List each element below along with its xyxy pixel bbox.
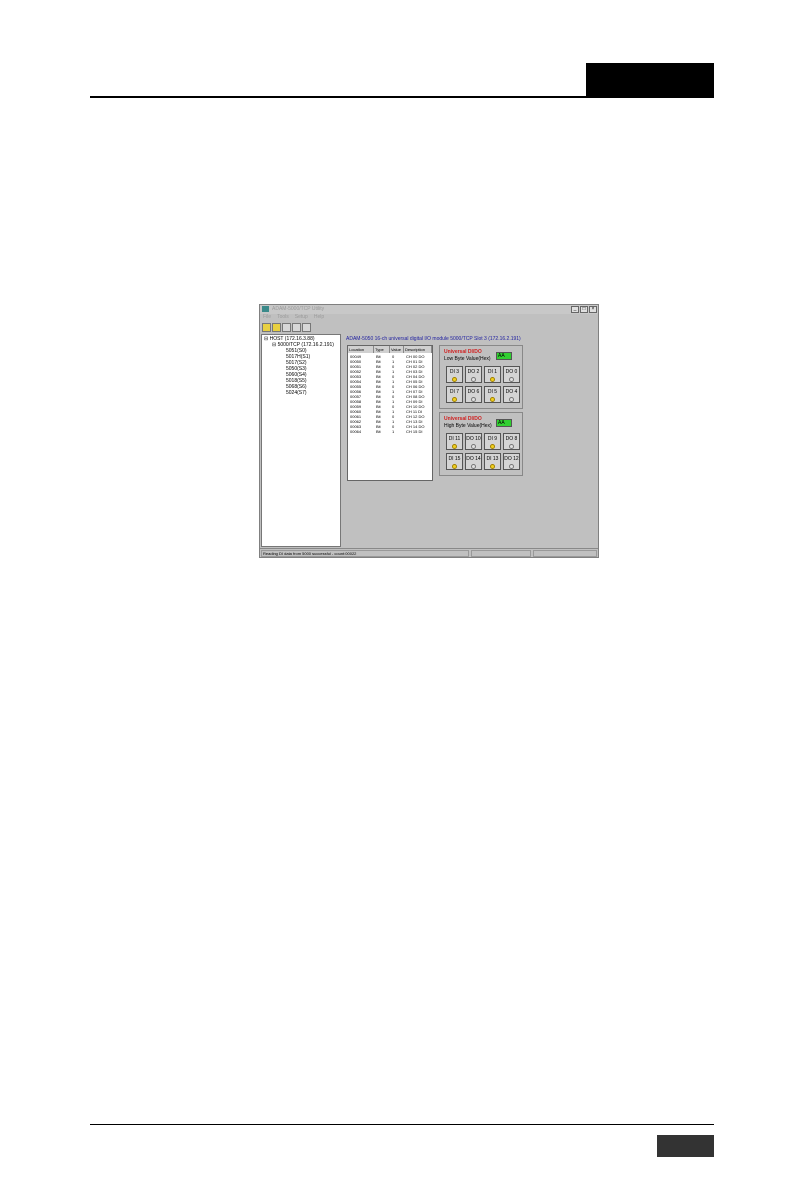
toolbar	[260, 323, 598, 333]
channel-button[interactable]: DO 10	[465, 433, 482, 450]
exit-icon[interactable]	[262, 323, 271, 332]
menu-help[interactable]: Help	[314, 314, 324, 322]
channel-label: DI 5	[487, 389, 498, 395]
channel-label: DI 11	[448, 436, 461, 442]
channel-button[interactable]: DI 9	[484, 433, 501, 450]
window-title: ADAM-5000/TCP Utility	[272, 306, 325, 312]
lightbulb-icon	[452, 464, 457, 469]
title-bar: ADAM-5000/TCP Utility _ □ ×	[260, 305, 598, 314]
utility-window: ADAM-5000/TCP Utility _ □ × File Tools S…	[259, 304, 599, 558]
lightbulb-icon	[509, 377, 514, 382]
menu-file[interactable]: File	[263, 314, 271, 322]
high-byte-value: AA	[496, 419, 512, 427]
table-cell: 00064	[350, 429, 362, 434]
page-number-block	[657, 1135, 714, 1157]
table-cell: 1	[392, 429, 395, 434]
channel-button[interactable]: DO 0	[503, 366, 520, 383]
channel-button[interactable]: DO 12	[503, 453, 520, 470]
maximize-button[interactable]: □	[580, 306, 588, 313]
lightbulb-icon	[490, 377, 495, 382]
search-icon[interactable]	[282, 323, 291, 332]
channel-button[interactable]: DO 6	[465, 386, 482, 403]
channel-button[interactable]: DI 1	[484, 366, 501, 383]
footer-rule	[90, 1124, 714, 1125]
channel-label: DI 9	[487, 436, 498, 442]
channel-button[interactable]: DI 15	[446, 453, 463, 470]
channel-button[interactable]: DO 4	[503, 386, 520, 403]
channel-label: DO 0	[505, 369, 518, 375]
channel-label: DO 12	[504, 456, 519, 462]
lightbulb-icon	[471, 377, 476, 382]
table-cell: CH 15 DI	[406, 429, 423, 434]
column-description[interactable]: Description	[404, 346, 432, 353]
channel-label: DO 6	[467, 389, 480, 395]
header-tab-block	[586, 63, 714, 98]
lightbulb-icon	[452, 377, 457, 382]
lightbulb-icon	[471, 444, 476, 449]
column-type[interactable]: Type	[374, 346, 390, 353]
channel-label: DO 14	[466, 456, 481, 462]
channel-label: DO 4	[505, 389, 518, 395]
column-location[interactable]: Location	[348, 346, 374, 353]
module-panel: ADAM-5050 16-ch universal digital I/O mo…	[342, 334, 597, 547]
channel-label: DO 2	[467, 369, 480, 375]
lightbulb-icon	[452, 397, 457, 402]
channel-label: DI 7	[449, 389, 460, 395]
io-table: Location Type Value Description 00049 Bit…	[347, 345, 433, 481]
lightbulb-icon	[471, 464, 476, 469]
channel-button[interactable]: DI 5	[484, 386, 501, 403]
menu-setup[interactable]: Setup	[295, 314, 308, 322]
menu-bar: File Tools Setup Help	[260, 314, 598, 322]
header-rule	[90, 96, 586, 98]
high-group-title: Universal DI/DO	[444, 416, 482, 422]
module-title: ADAM-5050 16-ch universal digital I/O mo…	[346, 336, 521, 342]
low-byte-label: Low Byte Value(Hex)	[444, 356, 491, 362]
open-icon[interactable]	[272, 323, 281, 332]
low-byte-group: Universal DI/DO Low Byte Value(Hex) AA D…	[439, 345, 523, 409]
lightbulb-icon	[490, 444, 495, 449]
channel-label: DI 13	[486, 456, 499, 462]
channel-label: DO 8	[505, 436, 518, 442]
status-pane	[533, 550, 597, 557]
tree-module[interactable]: 5024(S7)	[286, 390, 307, 396]
monitor-icon[interactable]	[292, 323, 301, 332]
table-header: Location Type Value Description	[348, 346, 432, 353]
lightbulb-icon	[509, 444, 514, 449]
terminal-icon[interactable]	[302, 323, 311, 332]
app-icon	[262, 306, 269, 312]
channel-button[interactable]: DI 11	[446, 433, 463, 450]
lightbulb-icon	[490, 464, 495, 469]
channel-button[interactable]: DO 8	[503, 433, 520, 450]
minimize-button[interactable]: _	[571, 306, 579, 313]
menu-tools[interactable]: Tools	[277, 314, 289, 322]
high-byte-label: High Byte Value(Hex)	[444, 423, 492, 429]
channel-label: DI 3	[449, 369, 460, 375]
device-tree: ⊟ HOST (172.16.3.88) ⊟ 5000/TCP (172.16.…	[261, 334, 341, 547]
channel-label: DO 10	[466, 436, 481, 442]
channel-button[interactable]: DI 7	[446, 386, 463, 403]
table-cell: Bit	[376, 429, 381, 434]
channel-button[interactable]: DI 13	[484, 453, 501, 470]
close-button[interactable]: ×	[589, 306, 597, 313]
lightbulb-icon	[471, 397, 476, 402]
lightbulb-icon	[490, 397, 495, 402]
status-pane	[471, 550, 531, 557]
channel-button[interactable]: DI 3	[446, 366, 463, 383]
status-bar: Reading DI data from 5000 successful - c…	[260, 548, 598, 557]
channel-label: DI 15	[448, 456, 461, 462]
high-byte-group: Universal DI/DO High Byte Value(Hex) AA …	[439, 412, 523, 476]
status-message: Reading DI data from 5000 successful - c…	[261, 550, 469, 557]
lightbulb-icon	[509, 464, 514, 469]
table-row[interactable]: 00064 Bit 1 CH 15 DI	[348, 429, 432, 434]
lightbulb-icon	[452, 444, 457, 449]
channel-button[interactable]: DO 14	[465, 453, 482, 470]
column-value[interactable]: Value	[390, 346, 404, 353]
channel-label: DI 1	[487, 369, 498, 375]
lightbulb-icon	[509, 397, 514, 402]
low-byte-value: AA	[496, 352, 512, 360]
low-group-title: Universal DI/DO	[444, 349, 482, 355]
channel-button[interactable]: DO 2	[465, 366, 482, 383]
